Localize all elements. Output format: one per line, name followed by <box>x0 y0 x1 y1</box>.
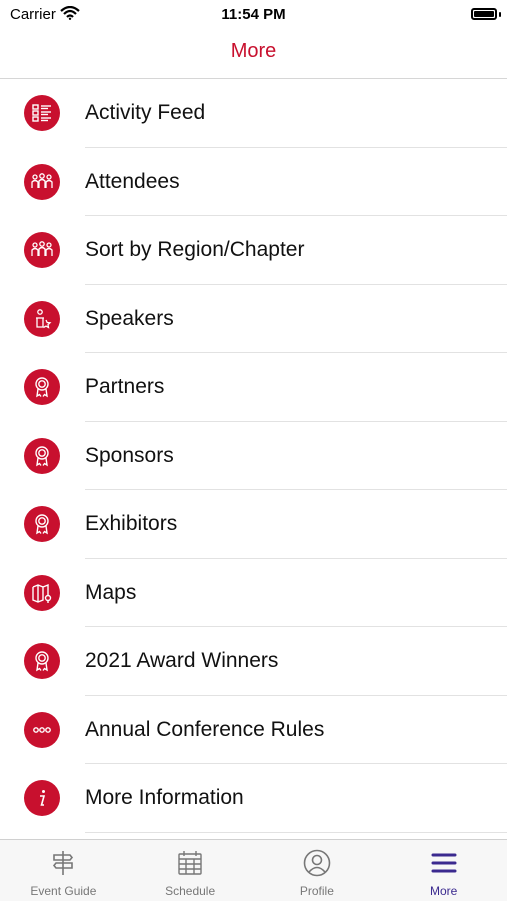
tab-label: More <box>429 884 458 898</box>
menu-item-annual-conference-rules[interactable]: Annual Conference Rules <box>0 696 507 764</box>
menu-item-sponsors[interactable]: Sponsors <box>0 422 507 490</box>
list-icon <box>24 95 60 131</box>
tab-label: Event Guide <box>30 884 97 898</box>
menu-item-speakers[interactable]: Speakers <box>0 285 507 353</box>
tab-label: Profile <box>299 884 334 898</box>
navigation-bar: More <box>0 30 507 79</box>
ellipsis-icon <box>24 711 60 748</box>
menu-item-label: Sort by Region/Chapter <box>85 238 305 261</box>
menu-item-label: Attendees <box>85 169 180 193</box>
menu-item-label: Speakers <box>85 306 174 330</box>
menu-item-label: More Information <box>85 786 244 809</box>
menu-item-activity-feed[interactable]: Activity Feed <box>0 79 507 148</box>
menu-item-label: Annual Conference Rules <box>85 717 325 741</box>
battery-tip <box>499 12 501 17</box>
menu-item-label: Activity Feed <box>85 101 206 124</box>
people-icon <box>24 232 60 268</box>
calendar-icon <box>175 848 205 878</box>
tab-label: Schedule <box>165 884 216 898</box>
clock: 11:54 PM <box>221 6 286 23</box>
menu-item-sort-by-region-chapter[interactable]: Sort by Region/Chapter <box>0 216 507 285</box>
divider <box>85 831 507 833</box>
menu-item-label: Sponsors <box>85 443 174 467</box>
profile-icon <box>302 848 332 878</box>
menu-item-label: Maps <box>85 580 137 604</box>
tab-schedule[interactable]: Schedule <box>127 840 254 901</box>
menu-item-label: 2021 Award Winners <box>85 649 279 672</box>
menu-item-2021-award-winners[interactable]: 2021 Award Winners <box>0 627 507 696</box>
info-icon <box>24 780 60 816</box>
battery-icon <box>471 8 497 20</box>
menu-item-label: Partners <box>85 375 165 398</box>
page-title: More <box>230 40 277 62</box>
award-ribbon-icon <box>24 643 60 679</box>
status-bar: Carrier 11:54 PM <box>0 0 507 30</box>
tab-profile[interactable]: Profile <box>254 840 381 901</box>
speaker-podium-icon <box>24 300 60 337</box>
menu-item-more-information[interactable]: More Information <box>0 764 507 833</box>
menu-icon <box>429 848 459 878</box>
menu-item-attendees[interactable]: Attendees <box>0 148 507 216</box>
people-icon <box>24 163 60 200</box>
menu-item-label: Exhibitors <box>85 512 178 535</box>
map-icon <box>24 574 60 611</box>
menu-list: Activity Feed Attendees Sort by Region/C… <box>0 79 507 833</box>
award-ribbon-icon <box>24 437 60 474</box>
tab-more[interactable]: More <box>380 840 507 901</box>
menu-item-maps[interactable]: Maps <box>0 559 507 627</box>
tab-event-guide[interactable]: Event Guide <box>0 840 127 901</box>
award-ribbon-icon <box>24 506 60 542</box>
award-ribbon-icon <box>24 369 60 405</box>
menu-item-exhibitors[interactable]: Exhibitors <box>0 490 507 559</box>
menu-item-partners[interactable]: Partners <box>0 353 507 422</box>
signpost-icon <box>48 848 78 878</box>
tab-bar: Event Guide Schedule Profile More <box>0 839 507 901</box>
